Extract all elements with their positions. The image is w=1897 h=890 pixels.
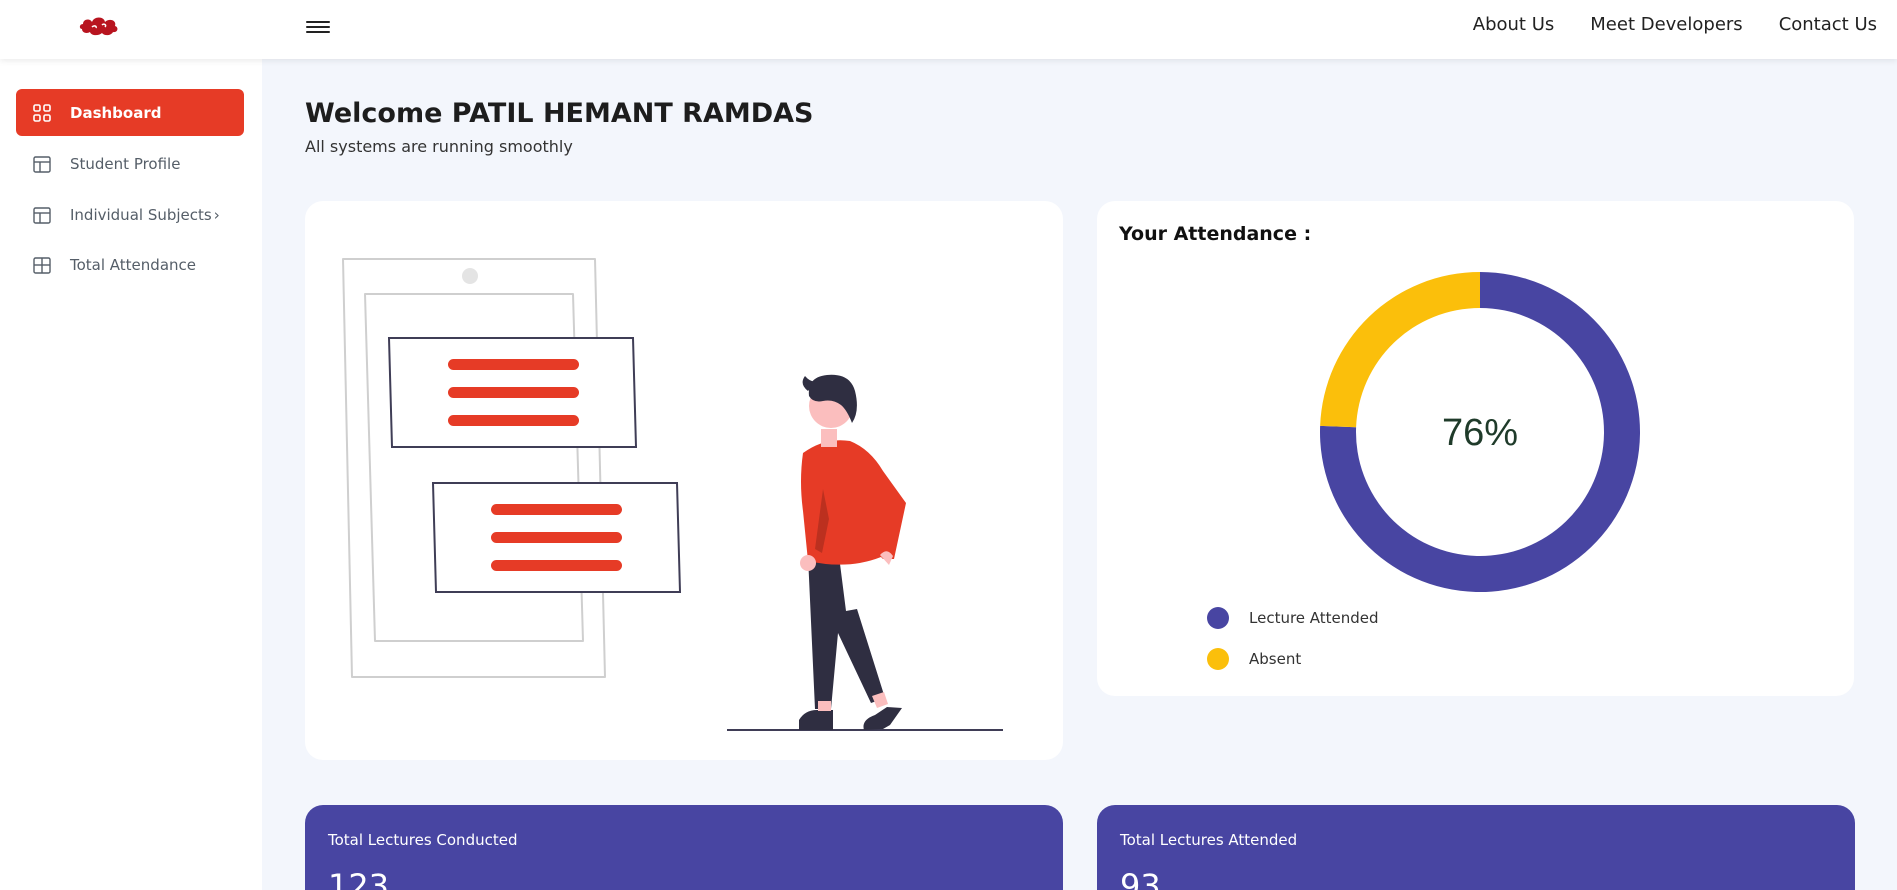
legend-item-attended[interactable]: Lecture Attended bbox=[1207, 607, 1379, 629]
layout-icon bbox=[32, 154, 52, 174]
donut-slice-absent[interactable] bbox=[1320, 272, 1480, 428]
legend-label: Lecture Attended bbox=[1249, 609, 1379, 627]
attendance-percent-label: 76% bbox=[1442, 412, 1518, 454]
attendance-donut-chart: 76% bbox=[1320, 272, 1640, 592]
sidebar-item-student-profile[interactable]: Student Profile bbox=[16, 140, 244, 187]
sidebar-item-total-attendance[interactable]: Total Attendance bbox=[16, 241, 244, 288]
sidebar-item-dashboard[interactable]: Dashboard bbox=[16, 89, 244, 136]
top-navbar: About Us Meet Developers Contact Us bbox=[0, 0, 1897, 59]
nav-meet-developers-link[interactable]: Meet Developers bbox=[1590, 14, 1742, 35]
stat-value: 93 bbox=[1120, 867, 1161, 890]
table-icon bbox=[32, 255, 52, 275]
sidebar: Dashboard Student Profile Individual Sub… bbox=[0, 59, 262, 890]
sidebar-item-individual-subjects[interactable]: Individual Subjects › bbox=[16, 191, 244, 238]
page-subtitle: All systems are running smoothly bbox=[305, 137, 573, 156]
sidebar-item-label: Student Profile bbox=[70, 154, 181, 173]
stat-card-total-attended: Total Lectures Attended 93 bbox=[1097, 805, 1855, 890]
stat-value: 123 bbox=[328, 867, 390, 890]
legend-swatch-absent bbox=[1207, 648, 1229, 670]
legend-swatch-attended bbox=[1207, 607, 1229, 629]
page-title: Welcome PATIL HEMANT RAMDAS bbox=[305, 98, 814, 129]
legend-item-absent[interactable]: Absent bbox=[1207, 648, 1301, 670]
layout-icon bbox=[32, 205, 52, 225]
cloud-logo-icon[interactable] bbox=[78, 12, 120, 38]
chevron-right-icon: › bbox=[213, 205, 220, 224]
attendance-card-title: Your Attendance : bbox=[1119, 223, 1312, 245]
stat-label: Total Lectures Conducted bbox=[328, 831, 518, 849]
nav-about-us-link[interactable]: About Us bbox=[1473, 14, 1555, 35]
illustration-card bbox=[305, 201, 1063, 760]
person-viewing-phone-illustration bbox=[342, 258, 1003, 731]
attendance-card: Your Attendance : 76% Lecture Attended A… bbox=[1097, 201, 1854, 696]
hamburger-menu-icon[interactable] bbox=[306, 18, 330, 38]
legend-label: Absent bbox=[1249, 650, 1302, 668]
nav-contact-us-link[interactable]: Contact Us bbox=[1779, 14, 1877, 35]
stat-card-total-conducted: Total Lectures Conducted 123 bbox=[305, 805, 1063, 890]
top-nav-links: About Us Meet Developers Contact Us bbox=[1473, 14, 1877, 35]
sidebar-item-label: Individual Subjects bbox=[70, 205, 212, 224]
stat-label: Total Lectures Attended bbox=[1120, 831, 1298, 849]
sidebar-item-label: Dashboard bbox=[70, 103, 162, 122]
grid-icon bbox=[32, 103, 52, 123]
sidebar-item-label: Total Attendance bbox=[70, 255, 196, 274]
